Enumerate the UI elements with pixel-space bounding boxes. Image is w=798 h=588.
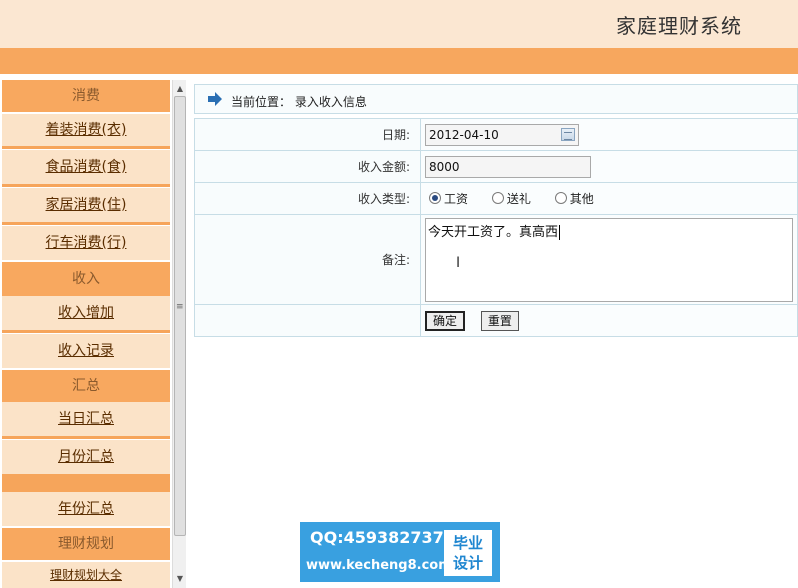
- radio-unselected-icon[interactable]: [491, 192, 504, 205]
- watermark-qq: QQ:459382737: [310, 528, 444, 547]
- sidebar-item-food[interactable]: 食品消费(食): [2, 150, 170, 184]
- radio-selected-icon[interactable]: [429, 192, 441, 205]
- remark-label: 备注:: [194, 214, 421, 305]
- sidebar-divider: [2, 330, 170, 333]
- scroll-thumb[interactable]: [174, 96, 186, 536]
- date-field-wrapper: 2012-04-10: [425, 123, 579, 146]
- form-row-type: 收入类型: 工资 送礼 其他: [194, 182, 798, 215]
- form-row-actions: 确定 重置: [194, 304, 798, 337]
- breadcrumb: 当前位置： 录入收入信息: [194, 84, 798, 114]
- radio-salary[interactable]: 工资: [429, 190, 468, 207]
- form-row-remark: 备注: 今天开工资了。真高西 I: [194, 214, 798, 305]
- sidebar-scrollbar[interactable]: ▲ ≡ ▼: [172, 80, 186, 588]
- sidebar: 消费 着装消费(衣) 食品消费(食) 家居消费(住) 行车消费(行) 收入 收入…: [0, 80, 172, 588]
- income-form: 日期: 2012-04-10 收入金额: 8000 收入类型: 工资 送礼 其他…: [194, 118, 798, 337]
- watermark-banner: QQ:459382737 www.kecheng8.com 毕业 设计: [300, 522, 500, 582]
- date-input[interactable]: 2012-04-10: [425, 123, 579, 146]
- sidebar-divider: [2, 146, 170, 149]
- sidebar-item-car[interactable]: 行车消费(行): [2, 226, 170, 260]
- arrow-right-icon: [208, 92, 222, 106]
- form-row-date: 日期: 2012-04-10: [194, 118, 798, 151]
- sidebar-divider: [2, 474, 170, 492]
- radio-salary-label: 工资: [444, 191, 469, 206]
- scroll-down-icon[interactable]: ▼: [174, 572, 186, 586]
- sidebar-section-summary: 汇总: [2, 370, 170, 402]
- sidebar-item-income-records[interactable]: 收入记录: [2, 334, 170, 368]
- date-label: 日期:: [194, 118, 421, 151]
- amount-input[interactable]: 8000: [425, 155, 591, 178]
- radio-other-label: 其他: [569, 191, 594, 206]
- scroll-up-icon[interactable]: ▲: [174, 82, 186, 96]
- sidebar-divider: [2, 222, 170, 225]
- form-row-amount: 收入金额: 8000: [194, 150, 798, 183]
- sidebar-item-daily-summary[interactable]: 当日汇总: [2, 402, 170, 436]
- breadcrumb-text: 当前位置： 录入收入信息: [231, 95, 367, 109]
- type-label: 收入类型:: [194, 182, 421, 215]
- sidebar-item-monthly-summary[interactable]: 月份汇总: [2, 440, 170, 474]
- reset-button[interactable]: 重置: [480, 310, 519, 331]
- text-cursor-icon: I: [456, 254, 461, 271]
- sidebar-section-income: 收入: [2, 262, 170, 296]
- watermark-badge-line2: 设计: [452, 554, 483, 572]
- page-header: 家庭理财系统: [0, 0, 798, 48]
- watermark-badge-line1: 毕业: [452, 534, 483, 552]
- radio-gift[interactable]: 送礼: [491, 190, 531, 207]
- sidebar-item-home[interactable]: 家居消费(住): [2, 188, 170, 222]
- watermark-badge: 毕业 设计: [444, 530, 492, 576]
- confirm-button[interactable]: 确定: [425, 310, 466, 331]
- sidebar-item-income-add[interactable]: 收入增加: [2, 296, 170, 330]
- sidebar-section-consumption: 消费: [2, 80, 170, 112]
- radio-other[interactable]: 其他: [554, 190, 594, 207]
- amount-label: 收入金额:: [194, 150, 421, 183]
- sidebar-item-clothing[interactable]: 着装消费(衣): [2, 114, 170, 146]
- calendar-icon[interactable]: [561, 127, 575, 141]
- remark-textarea[interactable]: 今天开工资了。真高西 I: [425, 217, 793, 302]
- radio-gift-label: 送礼: [506, 191, 531, 206]
- app-title: 家庭理财系统: [616, 14, 742, 38]
- watermark-site: www.kecheng8.com: [306, 558, 452, 573]
- main-content: 当前位置： 录入收入信息 日期: 2012-04-10 收入金额: 8000 收…: [186, 80, 798, 588]
- radio-unselected-icon[interactable]: [554, 192, 567, 205]
- sidebar-section-planning: 理财规划: [2, 528, 170, 560]
- sidebar-divider: [2, 184, 170, 187]
- sidebar-divider: [2, 436, 170, 439]
- remark-text: 今天开工资了。真高西: [428, 224, 559, 240]
- header-bar: [0, 48, 798, 74]
- scroll-grip-icon: ≡: [176, 302, 184, 312]
- actions-label-cell: [194, 304, 421, 337]
- sidebar-item-yearly-summary[interactable]: 年份汇总: [2, 492, 170, 526]
- sidebar-item-planning-all[interactable]: 理财规划大全: [2, 562, 170, 588]
